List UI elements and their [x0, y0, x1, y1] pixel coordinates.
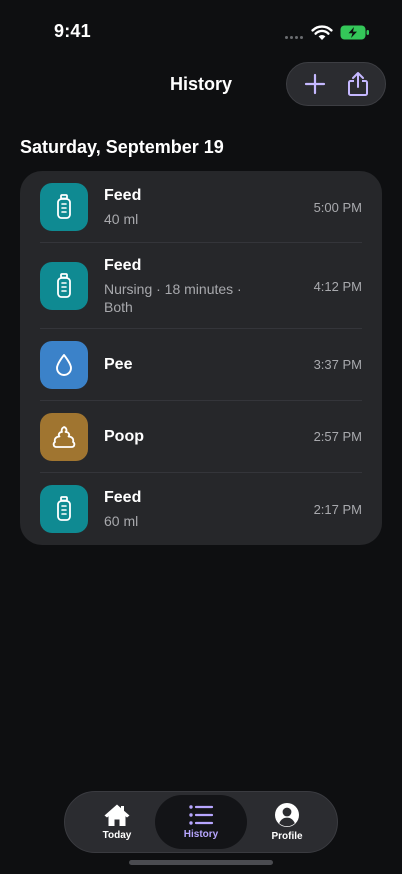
list-item[interactable]: Feed Nursing · 18 minutes · Both 4:12 PM: [20, 243, 382, 329]
person-icon: [275, 803, 299, 827]
tab-label: Today: [102, 830, 132, 841]
entry-time: 2:57 PM: [313, 429, 362, 444]
history-list: Feed 40 ml 5:00 PM Feed Nursing · 18 min…: [20, 171, 382, 545]
entry-title: Feed: [104, 187, 142, 204]
signal-dots-icon: [285, 36, 305, 40]
feed-type-badge: [40, 183, 88, 231]
entry-subtitle: 40 ml: [104, 211, 139, 227]
tab-profile[interactable]: Profile: [241, 795, 333, 849]
list-item[interactable]: Poop 2:57 PM: [20, 401, 382, 473]
status-bar: 9:41: [0, 0, 402, 60]
feed-type-badge: [40, 485, 88, 533]
entry-time: 3:37 PM: [313, 357, 362, 372]
entry-title: Pee: [104, 356, 133, 373]
tab-label: History: [183, 829, 219, 840]
entry-title: Feed: [104, 489, 142, 506]
entry-title: Poop: [104, 428, 144, 445]
entry-subtitle: Nursing · 18 minutes · Both: [104, 281, 242, 315]
tab-label: Profile: [271, 831, 303, 842]
status-time: 9:41: [54, 21, 91, 41]
bottle-icon: [57, 194, 71, 219]
pee-type-badge: [40, 341, 88, 389]
list-item[interactable]: Feed 40 ml 5:00 PM: [20, 171, 382, 243]
list-icon: [189, 805, 214, 825]
bottle-icon: [57, 496, 71, 521]
entry-subtitle: 60 ml: [104, 513, 139, 529]
share-icon: [347, 72, 368, 96]
home-indicator: [129, 860, 273, 865]
tab-history[interactable]: History: [155, 795, 247, 849]
plus-icon: [304, 73, 325, 95]
section-date-heading: Saturday, September 19: [20, 137, 224, 157]
entry-time: 4:12 PM: [313, 279, 362, 294]
tab-today[interactable]: Today: [71, 795, 163, 849]
share-button[interactable]: [338, 64, 378, 104]
tab-bar: Today History Profile: [64, 791, 338, 853]
list-item[interactable]: Feed 60 ml 2:17 PM: [20, 473, 382, 545]
battery-icon: [340, 25, 369, 40]
house-icon: [104, 804, 130, 826]
poop-type-badge: [40, 413, 88, 461]
entry-time: 5:00 PM: [313, 200, 362, 215]
header-actions: [286, 62, 386, 106]
add-button[interactable]: [295, 64, 335, 104]
poop-icon: [52, 426, 76, 448]
entry-time: 2:17 PM: [313, 502, 362, 517]
list-item[interactable]: Pee 3:37 PM: [20, 329, 382, 401]
feed-type-badge: [40, 262, 88, 310]
drop-icon: [56, 354, 72, 376]
entry-title: Feed: [104, 257, 142, 274]
bottle-icon: [57, 273, 71, 298]
wifi-icon: [311, 25, 333, 40]
